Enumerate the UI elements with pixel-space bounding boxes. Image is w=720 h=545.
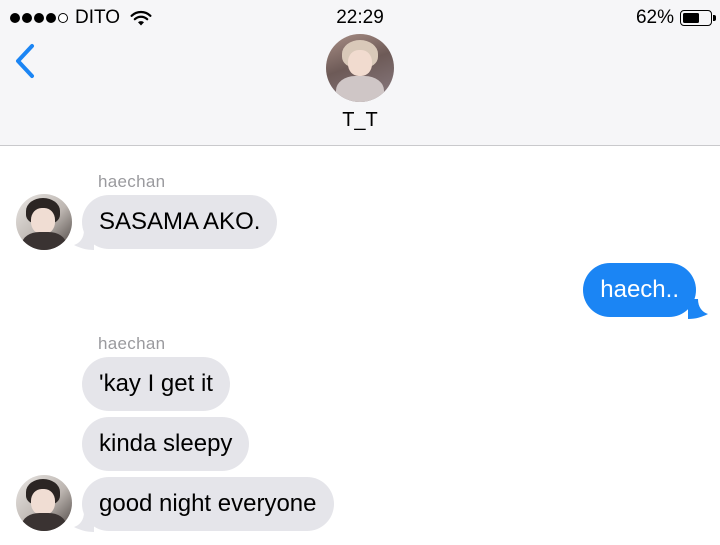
message-bubble[interactable]: 'kay I get it [82, 357, 230, 411]
message-bubble[interactable]: SASAMA AKO. [82, 195, 278, 249]
battery-icon [680, 10, 716, 26]
avatar-face [348, 50, 372, 76]
message-bubble[interactable]: good night everyone [82, 477, 334, 531]
conversation-header: DITO 22:29 62% T_T [0, 0, 720, 146]
sender-label: haechan [98, 172, 166, 191]
avatar-face [31, 489, 55, 515]
avatar-body [22, 232, 66, 250]
message-bubble[interactable]: haech.. [583, 263, 696, 317]
sender-label: haechan [98, 334, 166, 353]
status-time: 22:29 [336, 7, 384, 28]
contact-avatar[interactable] [326, 34, 394, 102]
chevron-left-icon[interactable] [12, 40, 38, 82]
battery-fill [683, 13, 700, 23]
message-bubble[interactable]: kinda sleepy [82, 417, 250, 471]
battery-indicator: 62% [635, 7, 716, 29]
status-bar: DITO 22:29 62% [0, 0, 720, 36]
avatar-body [336, 76, 384, 102]
avatar-body [22, 513, 66, 531]
avatar[interactable] [16, 475, 72, 531]
avatar-face [31, 208, 55, 234]
contact-name[interactable]: T_T [0, 109, 720, 132]
battery-cap [713, 15, 716, 21]
avatar[interactable] [16, 194, 72, 250]
battery-percent: 62% [635, 7, 674, 28]
